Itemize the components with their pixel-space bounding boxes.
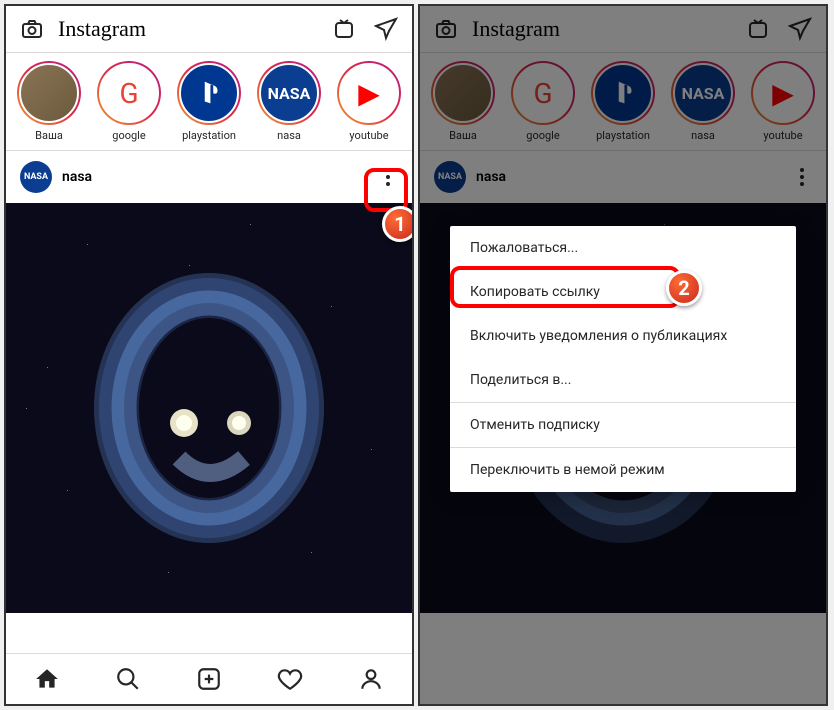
phone-right: Instagram Ваша G google playstation NASA…: [418, 4, 828, 706]
story-label: Ваша: [35, 129, 63, 142]
avatar-icon: G: [99, 63, 159, 123]
post-image[interactable]: [6, 203, 412, 613]
menu-item-copy-link[interactable]: Копировать ссылку: [450, 270, 796, 314]
dm-icon[interactable]: [374, 17, 398, 41]
post-header: NASA nasa: [6, 151, 412, 203]
menu-item-report[interactable]: Пожаловаться...: [450, 226, 796, 270]
context-menu: Пожаловаться... Копировать ссылку Включи…: [450, 226, 796, 492]
annotation-badge-1: 1: [382, 206, 414, 242]
avatar-icon: [179, 63, 239, 123]
menu-item-share[interactable]: Поделиться в...: [450, 358, 796, 402]
story-label: playstation: [182, 129, 236, 142]
story-youtube[interactable]: ▶ youtube: [332, 61, 406, 142]
story-nasa[interactable]: NASA nasa: [252, 61, 326, 142]
header: Instagram: [6, 6, 412, 53]
profile-icon[interactable]: [358, 666, 384, 692]
igtv-icon[interactable]: [332, 17, 356, 41]
stories-tray: Ваша G google playstation NASA nasa ▶ yo…: [6, 53, 412, 151]
phone-left: Instagram Ваша G google playstation NASA…: [4, 4, 414, 706]
home-icon[interactable]: [34, 666, 60, 692]
avatar-icon: [19, 63, 79, 123]
story-playstation[interactable]: playstation: [172, 61, 246, 142]
post-username[interactable]: nasa: [62, 169, 378, 185]
post-avatar[interactable]: NASA: [20, 161, 52, 193]
camera-icon[interactable]: [20, 17, 44, 41]
menu-item-unfollow[interactable]: Отменить подписку: [450, 403, 796, 447]
story-label: google: [112, 129, 145, 142]
annotation-badge-2: 2: [666, 270, 702, 306]
search-icon[interactable]: [115, 666, 141, 692]
story-google[interactable]: G google: [92, 61, 166, 142]
app-logo: Instagram: [58, 16, 314, 42]
activity-icon[interactable]: [277, 666, 303, 692]
avatar-icon: NASA: [259, 63, 319, 123]
avatar-icon: ▶: [339, 63, 399, 123]
add-post-icon[interactable]: [196, 666, 222, 692]
more-options-button[interactable]: [378, 167, 398, 187]
story-vasha[interactable]: Ваша: [12, 61, 86, 142]
menu-item-notifications[interactable]: Включить уведомления о публикациях: [450, 314, 796, 358]
bottom-nav: [6, 653, 412, 704]
story-label: nasa: [277, 129, 301, 142]
galaxy-image: [79, 258, 339, 558]
story-label: youtube: [349, 129, 388, 142]
menu-item-mute[interactable]: Переключить в немой режим: [450, 448, 796, 492]
